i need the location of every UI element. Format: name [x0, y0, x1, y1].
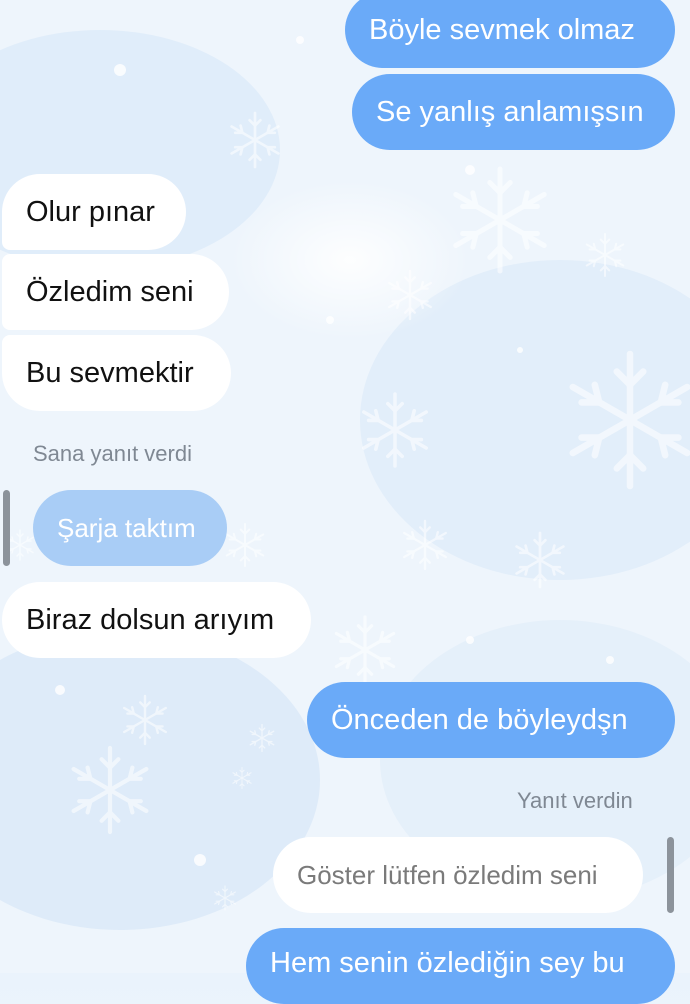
message-bubble-outgoing[interactable]: Hem senin özlediğin sey bu — [246, 928, 675, 1004]
message-bubble-outgoing[interactable]: Se yanlış anlamışsın — [352, 74, 675, 150]
message-bubble-outgoing[interactable]: Böyle sevmek olmaz — [345, 0, 675, 68]
message-bubble-outgoing[interactable]: Önceden de böyleydşn — [307, 682, 675, 758]
reply-label: Yanıt verdin — [517, 788, 633, 813]
quoted-message-bubble[interactable]: Şarja taktım — [33, 490, 227, 566]
chat-thread: Böyle sevmek olmaz Se yanlış anlamışsın … — [0, 0, 690, 1004]
reply-label: Sana yanıt verdi — [33, 441, 192, 466]
quote-indicator — [3, 490, 10, 566]
message-bubble-incoming[interactable]: Olur pınar — [2, 174, 186, 250]
quote-indicator — [667, 837, 674, 913]
message-bubble-incoming[interactable]: Özledim seni — [2, 254, 229, 330]
message-bubble-incoming[interactable]: Bu sevmektir — [2, 335, 231, 411]
quoted-message-bubble[interactable]: Göster lütfen özledim seni — [273, 837, 643, 913]
message-bubble-incoming[interactable]: Biraz dolsun arıyım — [2, 582, 311, 658]
